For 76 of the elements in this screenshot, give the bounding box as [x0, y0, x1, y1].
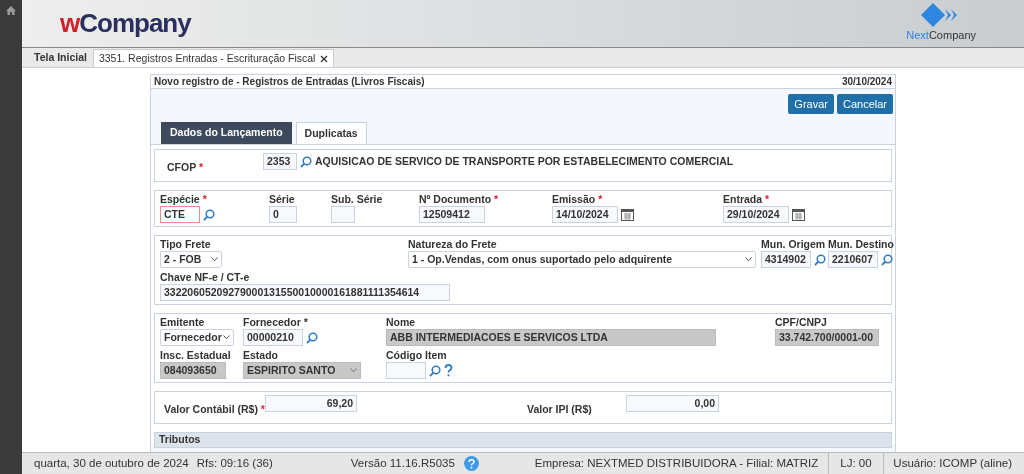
store-info: LJ: 00 [829, 453, 884, 474]
input-field[interactable]: 4314902 [761, 251, 811, 268]
form-button[interactable]: Cancelar [836, 94, 893, 114]
input-field[interactable]: 0,00 [626, 395, 719, 412]
status-date: quarta, 30 de outubro de 2024 [34, 455, 189, 471]
input-field[interactable]: 12509412 [419, 206, 485, 223]
field-label: Valor Contábil (R$) * [164, 403, 265, 415]
search-icon[interactable] [306, 331, 318, 344]
field-label: Nº Documento * [419, 193, 500, 205]
input-field[interactable]: 29/10/2024 [723, 206, 789, 223]
field-label: Emissão * [552, 193, 604, 205]
input-field[interactable]: 33220605209279000131550010000161881111354614 [160, 284, 450, 301]
readonly-field: ABB INTERMEDIACOES E SERVICOS LTDA [386, 329, 716, 346]
input-field[interactable] [331, 206, 355, 223]
help-icon[interactable] [467, 458, 475, 469]
field-label: CFOP * [167, 161, 203, 173]
company-logo: wCompany [60, 7, 191, 40]
search-icon[interactable] [300, 155, 312, 168]
field-label: Nome [386, 316, 417, 328]
input-field[interactable]: 69,20 [265, 395, 357, 412]
input-field[interactable]: 2210607 [828, 251, 878, 268]
form-tab[interactable]: Dados do Lançamento [161, 122, 292, 144]
select-field[interactable]: 2 - FOB [160, 251, 222, 268]
company-info: Empresa: NEXTMED DISTRIBUIDORA - Filial: MATRIZ [534, 453, 830, 474]
caret-icon[interactable] [350, 368, 357, 373]
field-label: Chave NF-e / CT-e [160, 271, 251, 283]
field-label: Mun. Origem [761, 238, 827, 250]
input-field[interactable]: 00000210 [243, 329, 303, 346]
field-label: Emitente [160, 316, 206, 328]
input-field[interactable]: 0 [269, 206, 297, 223]
help-icon[interactable] [444, 364, 453, 377]
field-label: Estado [243, 349, 279, 361]
caret-icon[interactable] [211, 257, 218, 262]
version-text: Versão 11.16.R5035 [350, 455, 455, 471]
field-label: CPF/CNPJ [775, 316, 828, 328]
cfop-description: AQUISICAO DE SERVICO DE TRANSPORTE POR ESTABELECIMENTO COMERCIAL [315, 153, 734, 169]
input-field[interactable]: 14/10/2024 [552, 206, 618, 223]
select-field[interactable]: Fornecedor [160, 329, 234, 346]
field-label: Valor IPI (R$) [527, 403, 592, 415]
calendar-icon[interactable] [792, 208, 805, 221]
form-tab[interactable]: Duplicatas [295, 122, 367, 144]
readonly-field: 33.742.700/0001-00 [775, 329, 879, 346]
search-icon[interactable] [203, 208, 215, 221]
field-label: Fornecedor * [243, 316, 309, 328]
field-label: Código Item [386, 349, 448, 361]
select-field[interactable]: 1 - Op.Vendas, com onus suportado pelo adquirente [408, 251, 756, 268]
select-field: ESPIRITO SANTO [243, 362, 361, 379]
close-icon[interactable] [320, 54, 329, 63]
calendar-icon[interactable] [621, 208, 634, 221]
caret-icon[interactable] [223, 335, 230, 340]
home-icon[interactable] [6, 6, 16, 15]
refresh-time: Rfs: 09:16 (36) [196, 455, 273, 471]
form-title: Novo registro de - Registros de Entradas (Livros Fiscais) [154, 75, 425, 89]
field-label: Entrada * [723, 193, 771, 205]
search-icon[interactable] [429, 364, 441, 377]
field-label: Natureza do Frete [408, 238, 498, 250]
form-date: 30/10/2024 [841, 75, 892, 89]
caret-icon[interactable] [745, 257, 752, 262]
input-field[interactable] [386, 362, 426, 379]
form-button[interactable]: Gravar [788, 94, 834, 114]
readonly-field: 084093650 [160, 362, 226, 379]
search-icon[interactable] [814, 253, 826, 266]
help-button[interactable] [463, 456, 479, 471]
field-label: Tipo Frete [160, 238, 212, 250]
search-icon[interactable] [881, 253, 893, 266]
input-field[interactable]: CTE [160, 206, 200, 223]
page-tab[interactable]: 3351. Registros Entradas - Escrituração Fiscal [92, 49, 335, 67]
field-label: Mun. Destino [828, 238, 895, 250]
field-label: Insc. Estadual [160, 349, 232, 361]
field-label: Espécie * [160, 193, 208, 205]
field-label: Sub. Série [331, 193, 384, 205]
field-label: Série [269, 193, 296, 205]
brand-name: NextCompany [906, 28, 976, 44]
section-title: Tributos [159, 432, 201, 448]
user-info: Usuário: ICOMP (aline) [893, 455, 1012, 471]
input-field[interactable]: 2353 [263, 153, 297, 170]
